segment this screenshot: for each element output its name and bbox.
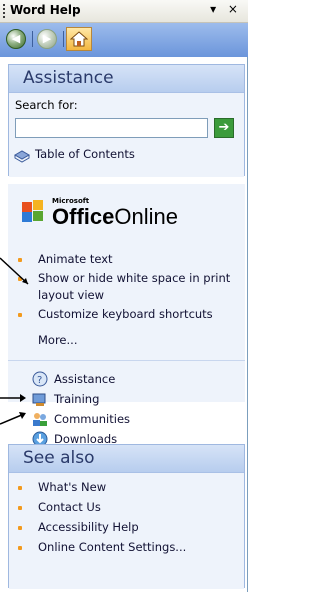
search-label: Search for: [15,98,78,112]
training-icon [32,393,46,406]
callout-arrow [0,394,26,402]
see-also-contact-us[interactable]: Contact Us [17,497,186,517]
green-arrow-icon[interactable]: ➔ [214,118,234,138]
nav-toolbar: ◀ ▶ [0,23,248,57]
online-wordmark: Online [114,204,178,229]
communities-icon [33,413,47,426]
assistance-heading: Assistance [9,65,244,93]
book-icon [13,150,31,163]
office-logo-icon [22,200,43,222]
nav-separator [32,31,33,47]
office-online-wordmark: OfficeOnline [52,204,178,230]
title-bar: Word Help ▾ × [0,0,248,23]
see-also-whats-new[interactable]: What's New [17,477,186,497]
more-link[interactable]: More... [38,333,77,347]
search-input[interactable] [15,118,208,138]
link-keyboard-shortcuts[interactable]: Customize keyboard shortcuts [18,306,243,323]
svg-text:?: ? [37,375,42,386]
pane-controls[interactable]: ▾ × [210,2,242,16]
resource-label: Assistance [54,372,116,386]
resource-label: Communities [54,412,131,426]
office-wordmark: Office [52,204,115,229]
callout-arrow [0,412,26,425]
see-also-accessibility-help[interactable]: Accessibility Help [17,517,186,537]
pane-title: Word Help [10,3,81,17]
nav-separator [63,31,64,47]
see-also-online-content-settings[interactable]: Online Content Settings... [17,537,186,557]
link-white-space[interactable]: Show or hide white space in print layout… [18,270,243,304]
resource-label: Training [54,392,100,406]
back-arrow-icon[interactable]: ◀ [6,29,26,49]
divider [8,360,245,361]
task-pane: Word Help ▾ × ◀ ▶ Assistance Search for:… [0,0,248,592]
callout-arrow [0,257,29,285]
forward-arrow-icon[interactable]: ▶ [37,29,57,49]
see-also-heading: See also [9,445,244,473]
grip-handle[interactable] [3,4,5,18]
assistance-icon: ? [32,371,48,387]
link-animate-text[interactable]: Animate text [18,251,243,268]
office-links-list: Animate text Show or hide white space in… [18,251,243,323]
see-also-list: What's New Contact Us Accessibility Help… [17,477,186,557]
home-icon[interactable] [66,27,92,51]
office-online-logo[interactable]: Microsoft OfficeOnline [22,196,202,232]
toc-label: Table of Contents [35,147,135,161]
